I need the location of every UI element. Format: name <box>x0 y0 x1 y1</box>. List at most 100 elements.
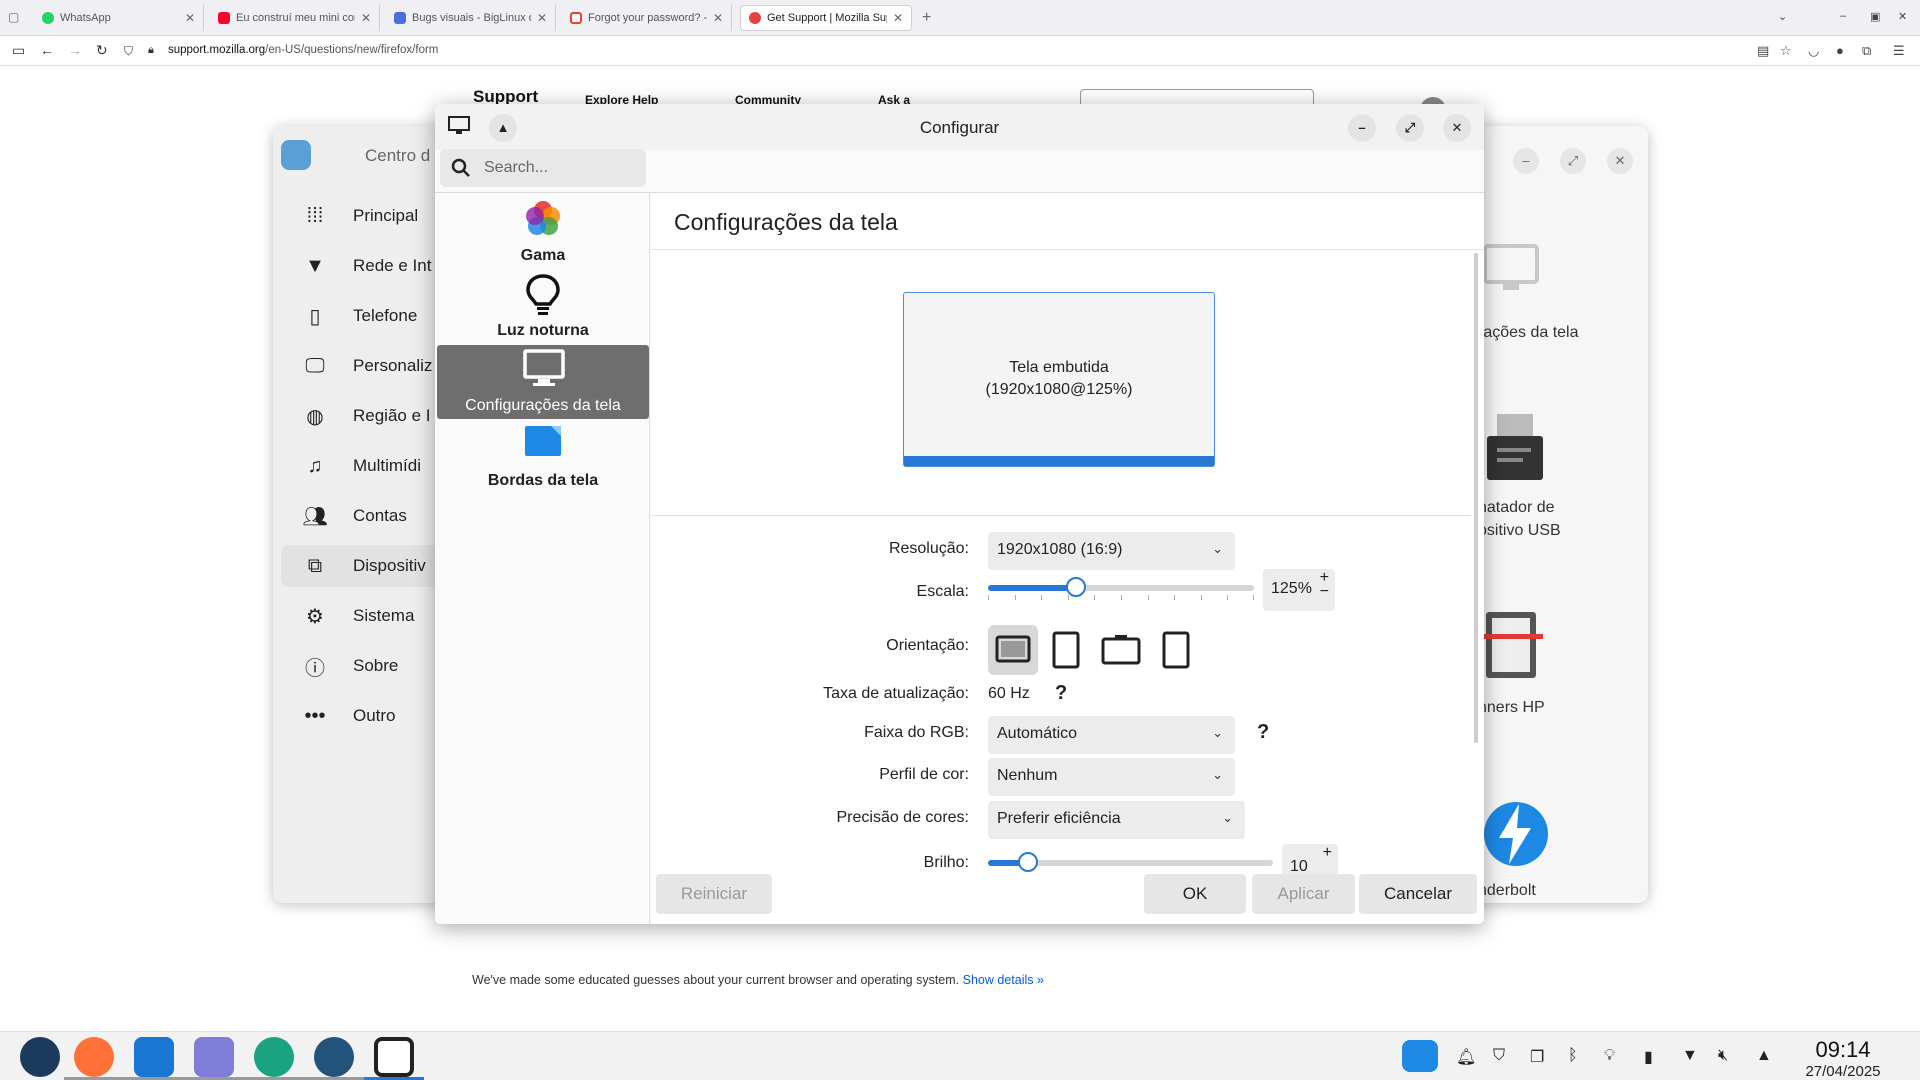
sidebar-item-personalizacao[interactable]: 🖵︎ Personaliz <box>281 345 461 387</box>
search-input[interactable] <box>484 157 634 179</box>
sidebar-item-regiao[interactable]: ◍ Região e I <box>281 395 461 437</box>
orientation-portrait-button[interactable] <box>1041 625 1091 675</box>
scrollbar[interactable] <box>1474 253 1478 743</box>
category-configuracoes-tela[interactable]: Configurações da tela <box>437 345 649 419</box>
scale-slider[interactable] <box>988 577 1254 600</box>
sidebar-item-multimidia[interactable]: ♫ Multimídi <box>281 445 461 487</box>
start-menu-icon[interactable] <box>20 1037 60 1077</box>
security-icon[interactable]: ⛉ <box>1493 1047 1505 1065</box>
orientation-portrait-flipped-button[interactable] <box>1151 625 1201 675</box>
workspaces-icon[interactable] <box>1402 1040 1438 1072</box>
increment-icon[interactable]: + <box>1323 844 1332 862</box>
color-profile-select[interactable]: Nenhum ⌄ <box>988 758 1235 796</box>
sidebar-item-rede[interactable]: ▼ Rede e Int <box>281 245 461 287</box>
pocket-icon[interactable]: ◡ <box>1808 43 1819 59</box>
menu-icon[interactable]: ☰ <box>1893 43 1905 59</box>
close-window-icon[interactable]: ✕ <box>1898 10 1907 23</box>
item-configuracoes-tela[interactable]: rações da tela <box>1478 321 1579 344</box>
clipboard-icon[interactable]: ❐ <box>1530 1047 1544 1067</box>
tab-biglinux[interactable]: Bugs visuais - BigLinux o L ✕ <box>386 5 556 31</box>
clock[interactable]: 09:14 27/04/2025 <box>1788 1037 1898 1080</box>
sidebar-item-sistema[interactable]: ⚙ Sistema <box>281 595 461 637</box>
biglinux-store-icon[interactable] <box>194 1037 234 1077</box>
new-tab-icon[interactable]: + <box>922 9 931 27</box>
reader-view-icon[interactable]: ▤ <box>1757 43 1769 59</box>
brightness-slider-handle[interactable] <box>1018 852 1038 872</box>
shield-icon[interactable]: ⛉ <box>124 44 133 59</box>
close-icon[interactable]: ✕ <box>361 11 371 25</box>
item-thunderbolt[interactable]: nderbolt <box>1478 879 1536 902</box>
wifi-icon[interactable]: ▼ <box>1682 1047 1698 1065</box>
decrement-icon[interactable]: − <box>1320 583 1329 601</box>
minimize-icon[interactable]: – <box>1348 114 1376 142</box>
close-icon[interactable]: ✕ <box>713 11 723 25</box>
category-bordas-tela[interactable]: Bordas da tela <box>437 420 649 494</box>
close-icon[interactable]: ✕ <box>1443 114 1471 142</box>
close-icon[interactable]: ✕ <box>185 11 195 25</box>
tray-expand-icon[interactable]: ▲ <box>1756 1047 1772 1065</box>
rgb-range-select[interactable]: Automático ⌄ <box>988 716 1235 754</box>
night-light-icon[interactable]: 💡︎ <box>1604 1047 1615 1065</box>
maximize-icon[interactable]: ⤢ <box>1396 114 1424 142</box>
scale-spinbox[interactable]: 125% + − <box>1263 569 1335 611</box>
sidebar-item-dispositivos[interactable]: ⧉ Dispositiv <box>281 545 461 587</box>
battery-icon[interactable]: ▮ <box>1644 1047 1653 1067</box>
output-preview[interactable]: Tela embutida (1920x1080@125%) <box>903 292 1215 467</box>
forward-icon[interactable]: → <box>68 42 82 58</box>
orientation-landscape-flipped-button[interactable] <box>1096 625 1146 675</box>
sidebar-item-sobre[interactable]: ⓘ Sobre <box>281 645 461 687</box>
account-icon[interactable]: ● <box>1836 43 1844 58</box>
firefox-icon[interactable] <box>74 1037 114 1077</box>
apply-button[interactable]: Aplicar <box>1252 874 1355 914</box>
show-details-link[interactable]: Show details » <box>963 973 1044 987</box>
bg-minimize-icon[interactable]: – <box>1513 148 1539 174</box>
sidebar-item-telefone[interactable]: ▯ Telefone <box>281 295 461 337</box>
sidebar-item-contas[interactable]: 👥︎ Contas <box>281 495 461 537</box>
brightness-slider[interactable] <box>988 852 1273 872</box>
category-gama[interactable]: Gama <box>437 195 649 269</box>
notifications-icon[interactable]: 🔔︎ <box>1456 1047 1476 1067</box>
item-formatador-usb[interactable]: natador de ositivo USB <box>1478 496 1561 542</box>
color-precision-select[interactable]: Preferir eficiência ⌄ <box>988 801 1245 839</box>
close-icon[interactable]: ✕ <box>893 11 903 25</box>
camera-app-icon[interactable] <box>254 1037 294 1077</box>
scale-slider-handle[interactable] <box>1066 577 1086 597</box>
maximize-icon[interactable]: ▣ <box>1870 10 1880 23</box>
back-icon[interactable]: ← <box>40 42 54 58</box>
tab-list-icon[interactable]: ▢ <box>8 10 19 24</box>
reset-button[interactable]: Reiniciar <box>656 874 772 914</box>
category-label: Luz noturna <box>497 322 589 339</box>
bookmark-star-icon[interactable]: ☆ <box>1780 43 1792 59</box>
bg-close-icon[interactable]: ✕ <box>1607 148 1633 174</box>
category-luz-noturna[interactable]: Luz noturna <box>437 270 649 344</box>
display-settings-taskbar-icon[interactable] <box>374 1037 414 1077</box>
orientation-landscape-button[interactable] <box>988 625 1038 675</box>
ok-button[interactable]: OK <box>1144 874 1246 914</box>
volume-muted-icon[interactable]: 🔇︎ <box>1718 1047 1728 1065</box>
tab-overflow-icon[interactable]: ⌄ <box>1778 10 1787 23</box>
url-bar[interactable]: support.mozilla.org/en-US/questions/new/… <box>168 44 438 56</box>
bg-maximize-icon[interactable]: ⤢ <box>1560 148 1586 174</box>
item-scanners-hp[interactable]: nners HP <box>1478 696 1545 719</box>
extensions-icon[interactable]: ⧉ <box>1862 43 1871 59</box>
file-manager-icon[interactable] <box>134 1037 174 1077</box>
reload-icon[interactable]: ↻ <box>96 42 108 59</box>
tab-youtube[interactable]: Eu construí meu mini comp ✕ <box>210 5 380 31</box>
tab-mozilla-support[interactable]: Get Support | Mozilla Supp ✕ <box>740 5 912 31</box>
sidebar-item-label: Outro <box>353 706 396 725</box>
sidebar-item-label: Sistema <box>353 606 415 625</box>
tab-whatsapp[interactable]: WhatsApp ✕ <box>34 5 204 31</box>
sidebar-toggle-icon[interactable]: ▭ <box>12 42 25 59</box>
control-center-icon[interactable] <box>314 1037 354 1077</box>
lock-icon[interactable]: 🔒︎ <box>148 44 154 57</box>
minimize-icon[interactable]: – <box>1840 10 1846 22</box>
cancel-button[interactable]: Cancelar <box>1359 874 1477 914</box>
refresh-help-icon[interactable]: ? <box>1055 682 1067 705</box>
rgb-help-icon[interactable]: ? <box>1257 721 1269 744</box>
bluetooth-icon[interactable]: ᛒ <box>1568 1047 1578 1065</box>
sidebar-item-principal[interactable]: ⁞⁞⁞ Principal <box>281 195 461 237</box>
close-icon[interactable]: ✕ <box>537 11 547 25</box>
tab-gmail[interactable]: Forgot your password? - F ✕ <box>562 5 732 31</box>
resolution-select[interactable]: 1920x1080 (16:9) ⌄ <box>988 532 1235 570</box>
sidebar-item-outro[interactable]: ••• Outro <box>281 695 461 737</box>
